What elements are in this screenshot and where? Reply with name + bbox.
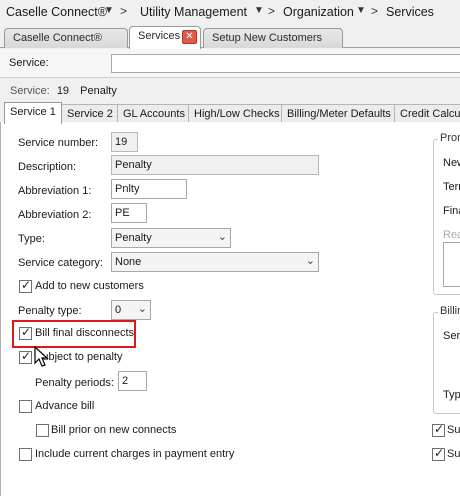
chevron-down-icon[interactable]: ▼ xyxy=(104,5,114,16)
prompt-group-title: Pron xyxy=(438,132,460,144)
type-select[interactable]: Penalty ⌄ xyxy=(111,228,231,248)
breadcrumb-separator-icon: > xyxy=(268,4,276,18)
term-label: Terr xyxy=(443,181,460,193)
penalty-type-select-value: 0 xyxy=(115,304,122,316)
checkmark-icon: ✓ xyxy=(21,278,32,292)
close-icon[interactable]: ✕ xyxy=(182,30,197,44)
description-label: Description: xyxy=(18,161,77,173)
penalty-periods-field[interactable]: 2 xyxy=(118,371,147,391)
add-to-new-customers-checkbox[interactable]: ✓ xyxy=(19,278,32,293)
abbreviation-1-label: Abbreviation 1: xyxy=(18,185,92,197)
service-subtabs: Service 1 Service 2 GL Accounts High/Low… xyxy=(0,101,460,124)
tab-label: Caselle Connect® xyxy=(13,32,102,44)
final-label: Fina xyxy=(443,205,460,217)
service-search-label: Service: xyxy=(9,57,49,69)
penalty-type-select[interactable]: 0 ⌄ xyxy=(111,300,151,320)
subject-to-penalty-checkbox[interactable]: ✓ xyxy=(19,349,32,364)
new-label: New xyxy=(443,157,460,169)
service-category-label: Service category: xyxy=(18,257,103,269)
advance-bill-checkbox[interactable] xyxy=(19,400,32,413)
service-caption: Service: 19 Penalty xyxy=(10,85,117,97)
service-number-field: 19 xyxy=(111,132,138,152)
chevron-down-icon[interactable]: ▼ xyxy=(254,5,264,16)
breadcrumb-separator-icon: > xyxy=(120,4,128,18)
checkmark-icon: ✓ xyxy=(21,349,32,363)
breadcrumb-organization[interactable]: Organization xyxy=(283,5,354,19)
description-field[interactable]: Penalty xyxy=(111,155,319,175)
billing-group-title: Billin xyxy=(438,305,460,317)
advance-bill-label: Advance bill xyxy=(35,400,95,412)
tab-label: Setup New Customers xyxy=(212,32,323,44)
chevron-down-icon[interactable]: ▼ xyxy=(356,5,366,16)
abbreviation-1-field[interactable]: Pnlty xyxy=(111,179,187,199)
chevron-down-icon: ⌄ xyxy=(217,231,227,243)
include-current-charges-checkbox[interactable] xyxy=(19,448,32,461)
sub-checkbox-2-label: Sul xyxy=(447,448,460,460)
checkmark-icon: ✓ xyxy=(434,422,445,436)
bill-final-disconnects-label: Bill final disconnects xyxy=(35,327,135,339)
reason-textarea[interactable] xyxy=(443,242,460,287)
breadcrumb-caselle-connect[interactable]: Caselle Connect® xyxy=(6,5,107,19)
breadcrumb-separator-icon: > xyxy=(371,4,379,18)
breadcrumb-utility-management[interactable]: Utility Management xyxy=(140,5,247,19)
bill-prior-on-new-connects-checkbox[interactable] xyxy=(36,424,49,437)
sub-checkbox-1[interactable]: ✓ xyxy=(432,422,445,437)
sub-checkbox-2[interactable]: ✓ xyxy=(432,446,445,461)
bill-prior-on-new-connects-label: Bill prior on new connects xyxy=(51,424,177,436)
tab-caselle-connect[interactable]: Caselle Connect® xyxy=(4,28,128,48)
breadcrumb: Caselle Connect® ▼ > Utility Management … xyxy=(0,0,460,26)
tab-setup-new-customers[interactable]: Setup New Customers xyxy=(203,28,343,48)
tab-service-2[interactable]: Service 2 xyxy=(61,104,119,123)
tab-label: Services xyxy=(138,30,181,42)
type-label: Type: xyxy=(18,233,45,245)
tab-credit-calculation[interactable]: Credit Calcula xyxy=(394,104,460,123)
service-search-bar: Service: xyxy=(0,49,460,78)
checkmark-icon: ✓ xyxy=(21,325,32,339)
tab-service-1[interactable]: Service 1 xyxy=(4,102,62,124)
breadcrumb-services[interactable]: Services xyxy=(386,5,434,19)
main-tabs: Caselle Connect® Services ✕ Setup New Cu… xyxy=(0,26,460,49)
service-caption-name: Penalty xyxy=(80,85,117,97)
type-side-label: Typ xyxy=(443,389,460,401)
service-number-label: Service number: xyxy=(18,137,99,149)
tab-high-low-checks[interactable]: High/Low Checks xyxy=(188,104,286,123)
bill-final-disconnects-checkbox[interactable]: ✓ xyxy=(19,325,32,340)
tab-billing-meter-defaults[interactable]: Billing/Meter Defaults xyxy=(281,104,397,123)
checkmark-icon: ✓ xyxy=(434,446,445,460)
service-search-input[interactable] xyxy=(111,54,460,73)
reason-label: Rea xyxy=(443,229,460,241)
service-caption-label: Service: xyxy=(10,85,50,97)
sub-checkbox-1-label: Sul xyxy=(447,424,460,436)
penalty-periods-label: Penalty periods: xyxy=(35,377,114,389)
penalty-type-label: Penalty type: xyxy=(18,305,82,317)
abbreviation-2-label: Abbreviation 2: xyxy=(18,209,92,221)
include-current-charges-label: Include current charges in payment entry xyxy=(35,448,235,460)
add-to-new-customers-label: Add to new customers xyxy=(35,280,144,292)
mouse-cursor-icon xyxy=(34,346,49,367)
tab-gl-accounts[interactable]: GL Accounts xyxy=(117,104,191,123)
type-select-value: Penalty xyxy=(115,232,152,244)
service-caption-number: 19 xyxy=(56,85,70,97)
service-category-select-value: None xyxy=(115,256,142,268)
chevron-down-icon: ⌄ xyxy=(137,303,147,315)
chevron-down-icon: ⌄ xyxy=(305,255,315,267)
abbreviation-2-field[interactable]: PE xyxy=(111,203,147,223)
service-category-select[interactable]: None ⌄ xyxy=(111,252,319,272)
service-label: Ser xyxy=(443,330,460,342)
